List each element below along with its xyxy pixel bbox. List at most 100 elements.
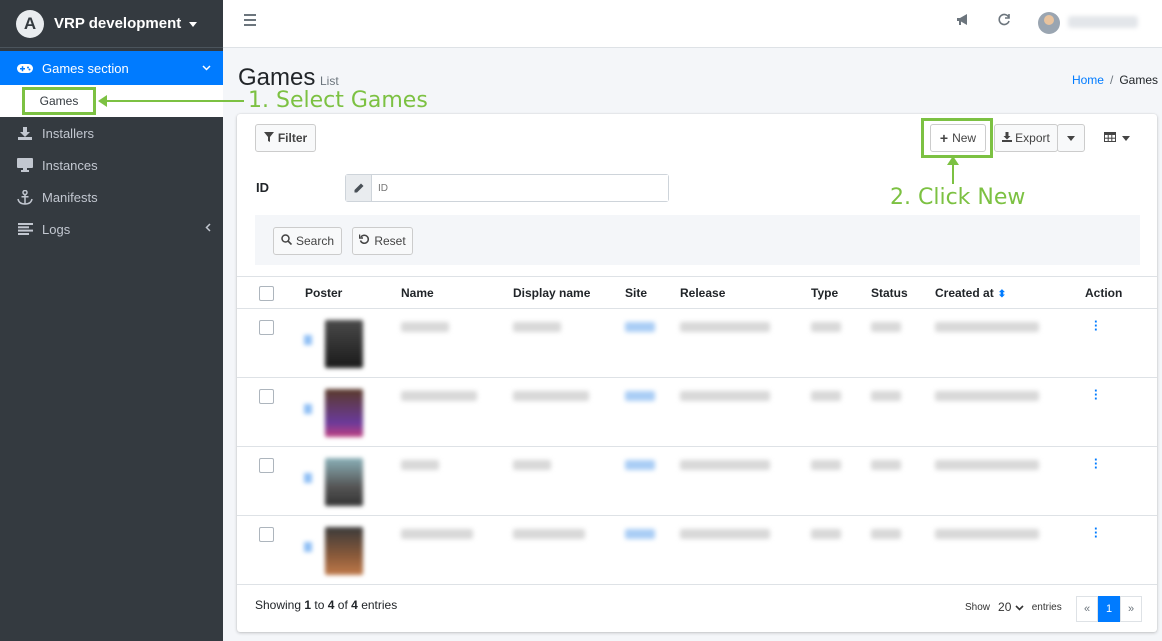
new-button[interactable]: + New bbox=[930, 124, 986, 152]
sidebar-item-games-section[interactable]: Games section bbox=[0, 51, 223, 85]
row-checkbox[interactable] bbox=[259, 458, 274, 473]
export-dropdown-toggle[interactable] bbox=[1057, 124, 1085, 152]
blurred-site-link[interactable] bbox=[625, 460, 655, 470]
blurred-release bbox=[680, 460, 770, 470]
brand-logo: A bbox=[16, 9, 44, 38]
column-header-name: Name bbox=[401, 286, 434, 300]
caret-down-icon bbox=[1067, 135, 1075, 141]
search-button[interactable]: Search bbox=[273, 227, 342, 255]
poster-link[interactable] bbox=[304, 542, 312, 552]
download-icon bbox=[16, 126, 34, 140]
more-vertical-icon[interactable]: · · · bbox=[1094, 522, 1098, 543]
more-vertical-icon[interactable]: · · · bbox=[1094, 315, 1098, 336]
blurred-name bbox=[401, 529, 473, 539]
breadcrumb: Home / Games bbox=[1072, 73, 1158, 87]
chevron-left-icon bbox=[205, 223, 211, 235]
column-header-created-at[interactable]: Created at ⬍ bbox=[935, 286, 1006, 300]
sidebar-item-logs[interactable]: Logs bbox=[0, 213, 223, 245]
poster-image bbox=[325, 389, 363, 437]
sidebar-item-games[interactable]: Games bbox=[22, 87, 96, 115]
blurred-created-at bbox=[935, 322, 1039, 332]
blurred-created-at bbox=[935, 391, 1039, 401]
desktop-icon bbox=[16, 158, 34, 172]
blurred-display-name bbox=[513, 529, 585, 539]
showing-summary: Showing 1 to 4 of 4 entries bbox=[255, 598, 398, 612]
blurred-site-link[interactable] bbox=[625, 322, 655, 332]
blurred-name bbox=[401, 322, 449, 332]
breadcrumb-home[interactable]: Home bbox=[1072, 73, 1104, 87]
row-checkbox[interactable] bbox=[259, 389, 274, 404]
column-header-site: Site bbox=[625, 286, 648, 300]
page-size-select[interactable]: 20 bbox=[998, 600, 1024, 614]
blurred-type bbox=[811, 322, 841, 332]
page-1-button[interactable]: 1 bbox=[1098, 596, 1120, 622]
sidebar-item-instances[interactable]: Instances bbox=[0, 149, 223, 181]
column-header-type: Type bbox=[811, 286, 839, 300]
row-checkbox[interactable] bbox=[259, 527, 274, 542]
next-page-button[interactable]: » bbox=[1120, 596, 1142, 622]
refresh-icon[interactable] bbox=[998, 13, 1011, 29]
annotation-step-2: 2. Click New bbox=[890, 185, 1026, 210]
filter-icon bbox=[263, 131, 274, 145]
column-header-poster: Poster bbox=[305, 286, 343, 300]
poster-image bbox=[325, 527, 363, 575]
brand[interactable]: A VRP development bbox=[0, 0, 223, 48]
blurred-site-link[interactable] bbox=[625, 391, 655, 401]
blurred-release bbox=[680, 529, 770, 539]
sidebar: A VRP development Games section Games In… bbox=[0, 0, 223, 641]
brand-name: VRP development bbox=[54, 15, 198, 32]
annotation-arrow-up bbox=[947, 156, 959, 184]
column-header-display-name: Display name bbox=[513, 286, 591, 300]
table-row: · · · bbox=[237, 516, 1157, 585]
blurred-status bbox=[871, 460, 901, 470]
menu-toggle-icon[interactable] bbox=[244, 14, 256, 29]
chevron-down-icon bbox=[1015, 605, 1024, 611]
column-header-release: Release bbox=[680, 286, 726, 300]
poster-link[interactable] bbox=[304, 473, 312, 483]
megaphone-icon[interactable] bbox=[956, 13, 970, 29]
sidebar-item-installers[interactable]: Installers bbox=[0, 117, 223, 149]
blurred-name bbox=[401, 460, 439, 470]
filter-button[interactable]: Filter bbox=[255, 124, 316, 152]
column-header-action: Action bbox=[1085, 286, 1123, 300]
sidebar-item-label: Logs bbox=[42, 221, 71, 237]
sort-icon[interactable]: ⬍ bbox=[998, 289, 1006, 300]
avatar[interactable] bbox=[1038, 12, 1060, 34]
top-navbar bbox=[223, 0, 1162, 48]
select-all-checkbox[interactable] bbox=[259, 286, 274, 301]
sidebar-item-label: Manifests bbox=[42, 189, 98, 205]
poster-image bbox=[325, 458, 363, 506]
caret-down-icon bbox=[1122, 135, 1130, 141]
download-icon bbox=[1002, 131, 1013, 145]
caret-down-icon bbox=[189, 21, 198, 27]
page-subtitle: List bbox=[320, 74, 339, 88]
blurred-type bbox=[811, 391, 841, 401]
sidebar-item-label: Installers bbox=[42, 125, 95, 141]
sidebar-item-label: Games section bbox=[42, 60, 129, 76]
blurred-created-at bbox=[935, 529, 1039, 539]
user-name[interactable] bbox=[1068, 16, 1138, 28]
more-vertical-icon[interactable]: · · · bbox=[1094, 384, 1098, 405]
poster-link[interactable] bbox=[304, 404, 312, 414]
filter-actions: Search Reset bbox=[255, 215, 1140, 265]
sidebar-item-manifests[interactable]: Manifests bbox=[0, 181, 223, 213]
export-button[interactable]: Export bbox=[994, 124, 1058, 152]
row-checkbox[interactable] bbox=[259, 320, 274, 335]
table-row: · · · bbox=[237, 447, 1157, 516]
table-icon bbox=[1104, 131, 1116, 145]
search-icon bbox=[281, 234, 293, 248]
reset-button[interactable]: Reset bbox=[352, 227, 413, 255]
table-row: · · · bbox=[237, 378, 1157, 447]
poster-image bbox=[325, 320, 363, 368]
undo-icon bbox=[359, 234, 370, 248]
blurred-type bbox=[811, 529, 841, 539]
list-icon bbox=[16, 223, 34, 235]
sidebar-item-label: Instances bbox=[42, 157, 98, 173]
poster-link[interactable] bbox=[304, 335, 312, 345]
columns-toggle[interactable] bbox=[1097, 124, 1137, 152]
prev-page-button[interactable]: « bbox=[1076, 596, 1098, 622]
more-vertical-icon[interactable]: · · · bbox=[1094, 453, 1098, 474]
blurred-site-link[interactable] bbox=[625, 529, 655, 539]
blurred-display-name bbox=[513, 391, 589, 401]
id-filter-input[interactable] bbox=[372, 175, 668, 201]
